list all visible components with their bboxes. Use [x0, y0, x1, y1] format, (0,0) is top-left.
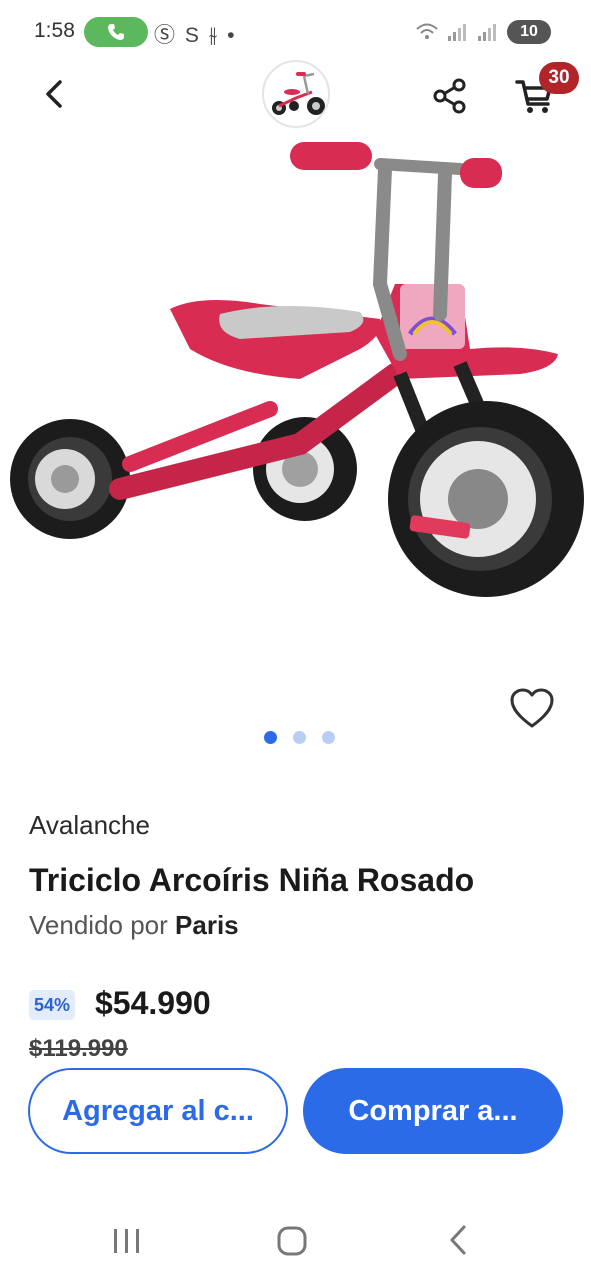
back-button[interactable] [36, 74, 76, 114]
carousel-dot-1[interactable] [264, 731, 277, 744]
signal-icon [448, 24, 466, 41]
sold-by-label: Vendido por [29, 910, 168, 940]
cart-count-badge: 30 [539, 62, 579, 94]
carousel-dot-3[interactable] [322, 731, 335, 744]
favorite-button[interactable] [508, 686, 556, 732]
ongoing-call-pill[interactable] [84, 17, 148, 47]
product-header [0, 58, 591, 134]
system-back-button[interactable] [444, 1224, 472, 1261]
add-to-cart-button[interactable]: Agregar al c... [28, 1068, 288, 1154]
original-price: $119.990 [29, 1035, 128, 1062]
system-icons: 10 [415, 20, 551, 44]
carousel-dot-2[interactable] [293, 731, 306, 744]
product-thumbnail[interactable] [262, 60, 330, 128]
status-time: 1:58 [34, 19, 75, 42]
carousel-indicators [0, 731, 591, 744]
current-price: $54.990 [95, 985, 211, 1021]
seller-name[interactable]: Paris [175, 910, 239, 940]
share-icon [433, 78, 466, 114]
discount-badge: 54% [29, 990, 76, 1020]
phone-icon [108, 24, 124, 40]
back-arrow-icon [46, 80, 62, 108]
tricycle-thumbnail-image [272, 72, 325, 115]
battery-indicator: 10 [507, 20, 551, 44]
notification-icons: Ⓢ S ⫳ • [154, 24, 237, 47]
recents-button[interactable] [110, 1226, 144, 1261]
share-button[interactable] [430, 76, 470, 116]
product-title: Triciclo Arcoíris Niña Rosado [29, 862, 475, 898]
tricycle-product-image [10, 142, 584, 597]
home-icon [277, 1226, 307, 1256]
status-bar: 1:58 Ⓢ S ⫳ • 10 [0, 0, 591, 64]
android-nav-bar [0, 1200, 591, 1280]
wifi-icon [416, 23, 438, 39]
product-image-carousel[interactable] [0, 134, 591, 624]
buy-now-button[interactable]: Comprar a... [303, 1068, 563, 1154]
product-brand[interactable]: Avalanche [29, 810, 150, 841]
battery-level: 10 [520, 23, 538, 40]
nav-back-icon [450, 1225, 466, 1255]
home-button[interactable] [276, 1226, 308, 1261]
heart-icon [510, 688, 554, 728]
signal-icon-2 [478, 24, 496, 41]
product-seller: Vendido por Paris [29, 910, 239, 941]
recents-icon [114, 1229, 139, 1253]
